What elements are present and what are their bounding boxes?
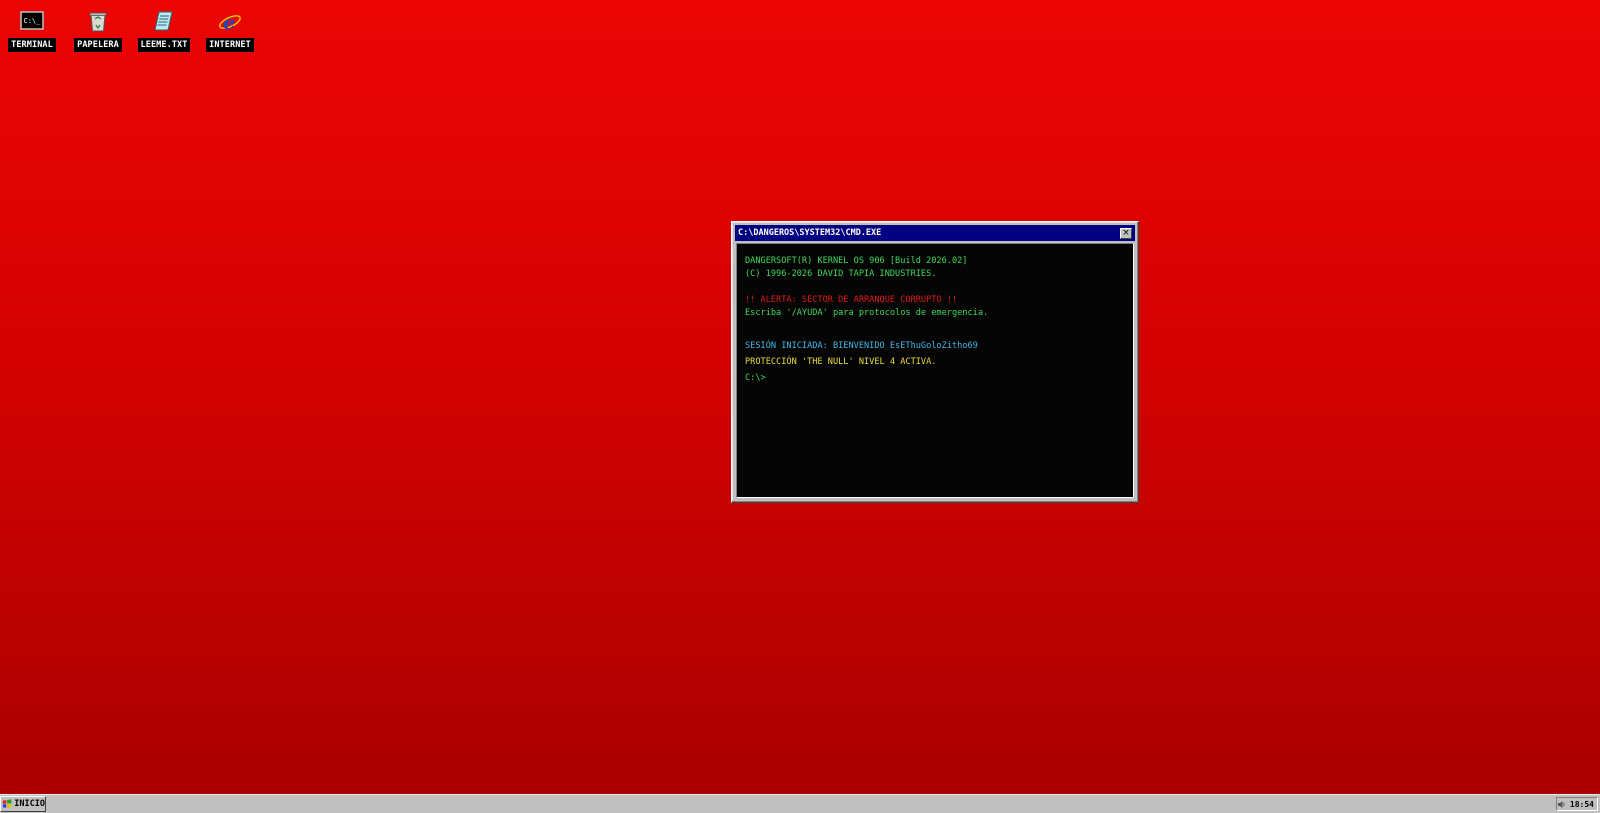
clock: 18:54 [1569, 799, 1594, 809]
console-session-line: SESIÓN INICIADA: BIENVENIDO EsEThuGoloZi… [745, 341, 978, 351]
terminal-window[interactable]: C:\DANGEROS\SYSTEM32\CMD.EXE × DANGERSOF… [731, 221, 1139, 503]
taskbar: INICIO 18:54 [0, 794, 1600, 813]
desktop-icon-terminal[interactable]: C:\_ TERMINAL [4, 9, 60, 52]
console-prompt[interactable]: C:\> [745, 372, 1125, 385]
console-line: Escriba '/AYUDA' para protocolos de emer… [745, 308, 989, 318]
internet-explorer-icon: e [219, 12, 241, 33]
window-titlebar[interactable]: C:\DANGEROS\SYSTEM32\CMD.EXE × [735, 225, 1135, 241]
start-button[interactable]: INICIO [0, 796, 46, 812]
console-alert-line: !! ALERTA: SECTOR DE ARRANQUE CORRUPTO !… [745, 295, 958, 305]
desktop-icon-label: LEEME.TXT [137, 38, 191, 52]
terminal-icon-text: C:\_ [24, 17, 42, 25]
text-file-icon [154, 11, 173, 31]
start-label: INICIO [14, 799, 45, 809]
system-tray: 18:54 [1556, 797, 1598, 811]
desktop-icon-label: PAPELERA [74, 38, 122, 52]
desktop-icon-label: INTERNET [206, 38, 254, 52]
console-output[interactable]: DANGERSOFT(R) KERNEL OS 906 [Build 2026.… [736, 243, 1134, 498]
desktop-icon-leeme[interactable]: LEEME.TXT [136, 9, 192, 52]
desktop-icon-recycle-bin[interactable]: PAPELERA [70, 9, 126, 52]
recycle-bin-icon [89, 12, 107, 32]
internet-icon-glyph: e [223, 12, 235, 33]
close-icon: × [1122, 227, 1130, 238]
speaker-icon[interactable] [1557, 800, 1566, 809]
close-button[interactable]: × [1120, 227, 1132, 239]
window-title: C:\DANGEROS\SYSTEM32\CMD.EXE [738, 228, 882, 238]
start-logo-icon [2, 799, 12, 809]
console-line: (C) 1996-2026 DAVID TAPIA INDUSTRIES. [745, 269, 937, 279]
console-protection-line: PROTECCIÓN 'THE NULL' NIVEL 4 ACTIVA. [745, 357, 937, 367]
console-line: DANGERSOFT(R) KERNEL OS 906 [Build 2026.… [745, 256, 968, 266]
desktop-icon-label: TERMINAL [8, 38, 56, 52]
terminal-icon: C:\_ [20, 11, 44, 30]
desktop-icon-internet[interactable]: e INTERNET [202, 9, 258, 52]
